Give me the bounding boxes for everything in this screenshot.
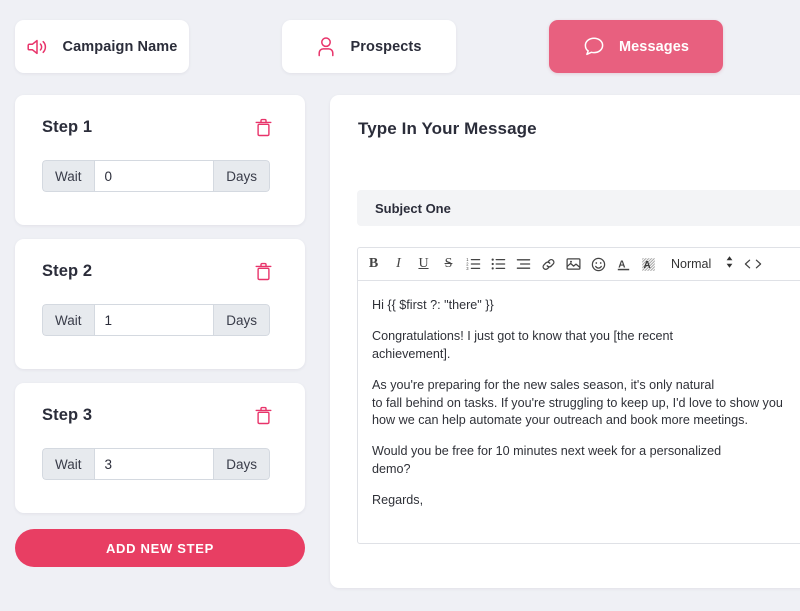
editor-toolbar: B I U S 1 2 3 A A Normal [358, 248, 800, 281]
delete-step-button[interactable] [254, 117, 273, 138]
wait-days-input[interactable] [93, 160, 215, 192]
message-panel: Type In Your Message B I U S 1 2 3 [330, 95, 800, 588]
message-paragraph: Hi {{ $first ?: "there" }} [372, 298, 494, 312]
svg-text:A: A [644, 260, 651, 271]
svg-text:3: 3 [466, 266, 469, 271]
step-title: Step 2 [42, 262, 93, 280]
wait-unit-label: Days [214, 304, 270, 336]
step-title: Step 3 [42, 406, 93, 424]
rich-text-editor: B I U S 1 2 3 A A Normal Hi {{$first ?:… [357, 247, 800, 544]
strikethrough-icon[interactable]: S [436, 251, 461, 277]
link-icon[interactable] [536, 251, 561, 277]
delete-step-button[interactable] [254, 261, 273, 282]
trash-icon [254, 118, 273, 141]
wait-label: Wait [42, 160, 94, 192]
wait-duration-group: Wait Days [42, 448, 270, 480]
image-icon[interactable] [561, 251, 586, 277]
sequence-steps-column: Step 1 Wait Days Step 2 [15, 95, 305, 567]
font-color-icon[interactable]: A [611, 251, 636, 277]
add-new-step-button[interactable]: ADD NEW STEP [15, 529, 305, 567]
page-title: Type In Your Message [358, 119, 537, 138]
bullet-list-icon[interactable] [486, 251, 511, 277]
tab-messages[interactable]: Messages [549, 20, 723, 73]
wait-label: Wait [42, 304, 94, 336]
wait-days-input[interactable] [93, 448, 215, 480]
step-card: Step 3 Wait Days [15, 383, 305, 513]
emoji-icon[interactable] [586, 251, 611, 277]
step-header: Step 2 [42, 261, 285, 282]
format-select[interactable]: Normal [661, 255, 740, 274]
user-icon [316, 36, 336, 57]
wait-unit-label: Days [214, 160, 270, 192]
subject-input[interactable] [357, 190, 800, 226]
chat-bubble-icon [583, 36, 605, 57]
tab-campaign-name-label: Campaign Name [62, 38, 178, 55]
wait-unit-label: Days [214, 448, 270, 480]
step-card: Step 2 Wait Days [15, 239, 305, 369]
step-header: Step 3 [42, 405, 285, 426]
wait-duration-group: Wait Days [42, 160, 270, 192]
updown-arrows-icon [725, 255, 734, 274]
trash-icon [254, 262, 273, 285]
step-header: Step 1 [42, 117, 285, 138]
italic-icon[interactable]: I [386, 251, 411, 277]
message-paragraph: Would you be free for 10 minutes next we… [372, 444, 722, 477]
delete-step-button[interactable] [254, 405, 273, 426]
wait-days-input[interactable] [93, 304, 215, 336]
megaphone-icon [26, 38, 49, 56]
wait-duration-group: Wait Days [42, 304, 270, 336]
highlight-icon[interactable]: A [636, 251, 661, 277]
message-paragraph: Regards, [372, 493, 424, 507]
bold-icon[interactable]: B [361, 251, 386, 277]
code-brackets-icon[interactable] [740, 251, 765, 277]
message-paragraph: As you're preparing for the new sales se… [372, 377, 783, 428]
message-body-editor[interactable]: Hi {{ $first ?: "there" }} Congratulatio… [358, 281, 800, 543]
tab-messages-label: Messages [618, 38, 690, 55]
step-title: Step 1 [42, 118, 93, 136]
wait-label: Wait [42, 448, 94, 480]
format-select-value: Normal [671, 257, 712, 271]
underline-icon[interactable]: U [411, 251, 436, 277]
top-tab-bar: Campaign Name Prospects Messages [0, 0, 800, 93]
tab-prospects-label: Prospects [350, 38, 422, 55]
message-paragraph: Congratulations! I just got to know that… [372, 328, 674, 361]
ordered-list-icon[interactable]: 1 2 3 [461, 251, 486, 277]
tab-campaign-name[interactable]: Campaign Name [15, 20, 189, 73]
tab-prospects[interactable]: Prospects [282, 20, 456, 73]
trash-icon [254, 406, 273, 429]
step-card: Step 1 Wait Days [15, 95, 305, 225]
align-icon[interactable] [511, 251, 536, 277]
